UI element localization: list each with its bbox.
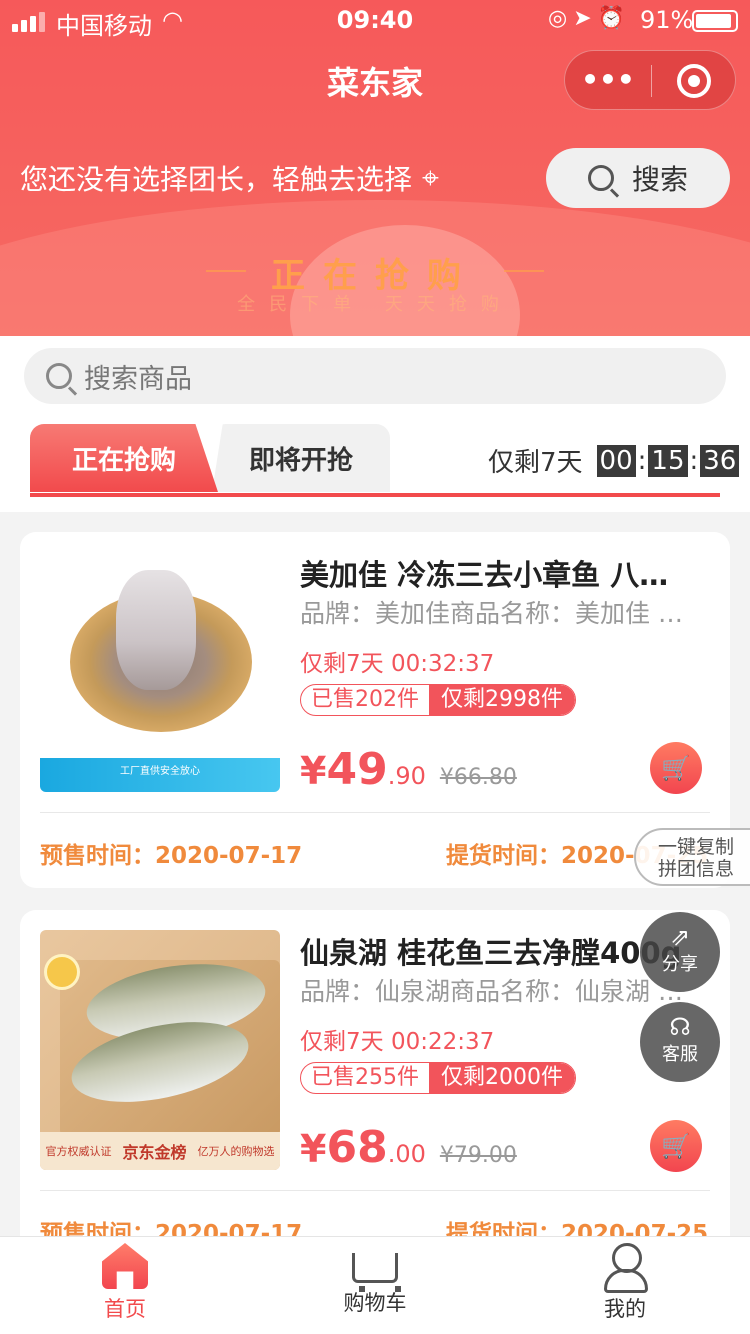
- tab-on-sale[interactable]: 正在抢购: [30, 424, 218, 492]
- tab-underline: [30, 493, 720, 497]
- product-remaining-time: 仅剩7天 00:22:37: [300, 1029, 495, 1055]
- stock-badge: 已售255件 仅剩2000件: [300, 1062, 576, 1094]
- presale-time: 预售时间：2020-07-17: [40, 843, 303, 869]
- bottom-tab-bar: 首页 购物车 我的: [0, 1236, 750, 1334]
- price-decimal: .00: [387, 1140, 426, 1168]
- product-brand: 品牌：美加佳商品名称：美加佳 冷冻三去小章鱼: [300, 599, 700, 628]
- countdown-minutes: 15: [648, 444, 688, 477]
- countdown-seconds: 36: [700, 444, 740, 477]
- remaining-stock: 仅剩2998件: [429, 685, 575, 715]
- battery-percent: 91%: [640, 6, 694, 34]
- countdown-hours: 00: [596, 444, 636, 477]
- original-price: ¥66.80: [439, 765, 517, 790]
- system-icons: ◎➤⏰: [548, 6, 632, 31]
- currency-symbol: ¥: [300, 749, 327, 793]
- customer-service-button[interactable]: ☊ 客服: [640, 1002, 720, 1082]
- price-decimal: .90: [387, 762, 426, 790]
- filter-panel: 搜索商品 即将开抢 正在抢购 仅剩7天 00 : 15 : 36: [0, 336, 750, 512]
- banner-subtitle: 全民下单 天天抢购: [237, 294, 513, 315]
- tab-cart-label: 购物车: [343, 1291, 407, 1315]
- copy-group-info-line1: 一键复制: [658, 836, 735, 858]
- copy-group-info-line2: 拼团信息: [658, 858, 735, 880]
- price-integer: 68: [326, 1122, 388, 1173]
- countdown-label: 仅剩7天: [488, 448, 583, 478]
- product-card[interactable]: 官方权威认证 京东金榜 亿万人的购物选 仙泉湖 桂花鱼三去净膛400g 品牌：仙…: [20, 910, 730, 1266]
- search-button-label: 搜索: [631, 163, 688, 196]
- lemon-graphic: [44, 954, 80, 990]
- battery-icon: [692, 10, 738, 32]
- goods-search-input[interactable]: 搜索商品: [24, 348, 726, 404]
- copy-group-info-button[interactable]: 一键复制 拼团信息: [634, 828, 750, 886]
- status-bar: 中国移动 ◠ 09:40 ◎➤⏰ 91%: [0, 0, 750, 40]
- product-price: ¥ 49 .90 ¥66.80: [300, 744, 517, 795]
- original-price: ¥79.00: [439, 1143, 517, 1168]
- octopus-graphic: [116, 570, 196, 690]
- image-caption-right: 亿万人的购物选: [197, 1145, 275, 1158]
- choose-leader-text: 您还没有选择团长，轻触去选择: [20, 163, 413, 196]
- capsule-divider: [651, 65, 652, 97]
- image-caption-band: 官方权威认证 京东金榜 亿万人的购物选: [40, 1132, 280, 1170]
- share-button[interactable]: ⇗ 分享: [640, 912, 720, 992]
- tab-mine-label: 我的: [604, 1297, 646, 1321]
- product-price: ¥ 68 .00 ¥79.00: [300, 1122, 517, 1173]
- customer-service-label: 客服: [662, 1044, 698, 1065]
- clock: 09:40: [336, 6, 414, 34]
- product-name[interactable]: 仙泉湖 桂花鱼三去净膛400g: [300, 930, 690, 972]
- add-to-cart-button[interactable]: 🛒: [650, 1120, 702, 1172]
- image-caption: 工厂直供安全放心: [40, 758, 280, 792]
- price-integer: 49: [326, 744, 388, 795]
- cart-icon: 🛒: [661, 1132, 691, 1160]
- header: 中国移动 ◠ 09:40 ◎➤⏰ 91% 菜东家 ••• 您还没有选择团长，轻触…: [0, 0, 750, 336]
- tab-cart[interactable]: 购物车: [295, 1243, 455, 1317]
- search-icon: [46, 363, 72, 389]
- choose-leader-link[interactable]: 您还没有选择团长，轻触去选择 ⌖: [20, 158, 439, 198]
- more-button[interactable]: •••: [565, 63, 651, 96]
- product-image[interactable]: 工厂直供安全放心: [40, 552, 280, 792]
- image-caption-brand: 京东金榜: [122, 1143, 187, 1162]
- search-button[interactable]: 搜索: [546, 148, 730, 208]
- location-pin-icon: ⌖: [422, 160, 439, 196]
- countdown-timer: 仅剩7天 00 : 15 : 36: [488, 442, 740, 479]
- card-divider: [40, 812, 710, 813]
- sold-count: 已售202件: [311, 687, 419, 712]
- headset-icon: ☊: [669, 1013, 691, 1041]
- tab-upcoming[interactable]: 即将开抢: [212, 424, 390, 492]
- share-icon: ⇗: [669, 923, 691, 951]
- close-miniprogram-button[interactable]: [677, 64, 711, 98]
- product-card[interactable]: 工厂直供安全放心 美加佳 冷冻三去小章鱼 八爪鱼 品牌：美加佳商品名称：美加佳 …: [20, 532, 730, 888]
- image-caption-left: 官方权威认证: [45, 1145, 112, 1158]
- add-to-cart-button[interactable]: 🛒: [650, 742, 702, 794]
- share-label: 分享: [662, 954, 698, 975]
- product-remaining-time: 仅剩7天 00:32:37: [300, 651, 495, 677]
- card-divider: [40, 1190, 710, 1191]
- home-icon: [102, 1243, 148, 1289]
- remaining-stock: 仅剩2000件: [429, 1063, 575, 1093]
- cart-icon: 🛒: [661, 754, 691, 782]
- currency-symbol: ¥: [300, 1127, 327, 1171]
- shopping-cart-icon: [352, 1253, 401, 1292]
- search-icon: [587, 165, 614, 191]
- goods-search-placeholder: 搜索商品: [84, 363, 192, 395]
- user-icon: [602, 1243, 648, 1293]
- stock-badge: 已售202件 仅剩2998件: [300, 684, 576, 716]
- product-name[interactable]: 美加佳 冷冻三去小章鱼 八爪鱼: [300, 552, 690, 594]
- product-brand: 品牌：仙泉湖商品名称：仙泉湖 桂花鱼三去净膛: [300, 977, 700, 1006]
- banner-line-right: [504, 270, 544, 272]
- tab-home-label: 首页: [104, 1297, 146, 1321]
- product-image[interactable]: 官方权威认证 京东金榜 亿万人的购物选: [40, 930, 280, 1170]
- sold-count: 已售255件: [311, 1065, 419, 1090]
- tab-home[interactable]: 首页: [45, 1243, 205, 1323]
- miniprogram-capsule: •••: [564, 50, 736, 110]
- tab-mine[interactable]: 我的: [545, 1243, 705, 1323]
